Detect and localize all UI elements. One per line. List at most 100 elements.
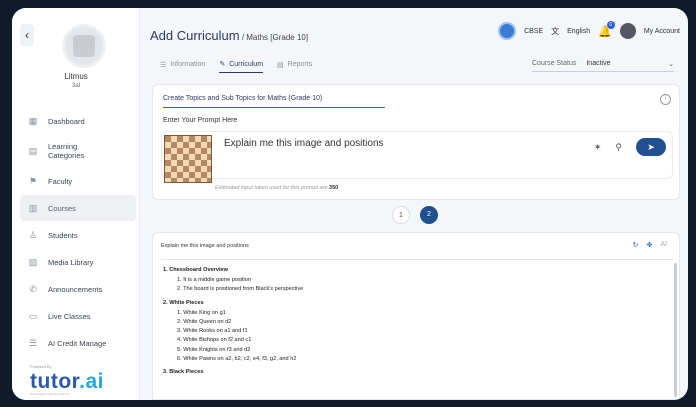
course-status-label: Course Status (532, 60, 577, 67)
sidebar-nav: ▦ Dashboard ▤ Learning Categories ⚑ Facu… (20, 108, 136, 357)
board-label[interactable]: CBSE (524, 28, 543, 35)
sidebar-item-label: Media Library (48, 257, 94, 267)
info-tab-icon: ☰ (160, 61, 167, 69)
user-subtitle: 3al (71, 83, 80, 89)
powered-by-label: Powered By (30, 364, 52, 369)
page-button-1[interactable]: 1 (392, 206, 410, 224)
app-window: ‹ Litmus 3al ▦ Dashboard ▤ Learning Cate… (12, 8, 688, 400)
chessboard-thumbnail[interactable] (164, 135, 212, 183)
scrollbar[interactable] (674, 263, 677, 397)
translate-icon: 文 (551, 26, 560, 36)
sidebar-item-label: Faculty (48, 176, 73, 186)
response-heading: Explain me this image and positions (161, 243, 249, 249)
sidebar-item-label: Live Classes (48, 311, 91, 321)
response-tools: ↻ ✥ AI (633, 241, 667, 249)
sidebar-item-announcements[interactable]: ✆ Announcements (20, 276, 136, 302)
sidebar-item-live-classes[interactable]: ▭ Live Classes (20, 303, 136, 329)
send-button[interactable]: ➤ (636, 138, 666, 156)
course-status-value: Inactive (586, 60, 611, 67)
tab-label: Reports (287, 61, 313, 68)
sidebar-item-label: Learning Categories (48, 142, 85, 160)
brand-logo: tutor.ai (30, 370, 104, 394)
prompt-input[interactable]: Explain me this image and positions (224, 138, 384, 149)
students-icon: ♙ (28, 230, 38, 240)
response-body: 1. Chessboard Overview 1. It is a middle… (163, 267, 663, 378)
info-icon[interactable]: i (660, 94, 671, 105)
sidebar: ‹ Litmus 3al ▦ Dashboard ▤ Learning Cate… (12, 8, 140, 400)
list-item: 2. The board is positioned from Black's … (177, 286, 304, 293)
tab-reports[interactable]: ▤ Reports (277, 60, 312, 73)
pagination: 1 2 (392, 206, 438, 224)
megaphone-icon: ✆ (29, 284, 37, 294)
page-button-2[interactable]: 2 (420, 206, 438, 224)
media-icon: ▧ (28, 257, 38, 267)
page-breadcrumb: / Maths [Grade 10] (239, 33, 309, 42)
logo-suffix: .ai (79, 370, 105, 393)
sidebar-item-students[interactable]: ♙ Students (20, 222, 136, 248)
sidebar-item-label: AI Credit Manage (48, 338, 107, 348)
sidebar-item-ai-credit[interactable]: ☰ AI Credit Manage (20, 330, 136, 356)
sidebar-item-dashboard[interactable]: ▦ Dashboard (20, 108, 136, 134)
sidebar-item-faculty[interactable]: ⚑ Faculty (20, 168, 136, 194)
account-avatar[interactable] (619, 23, 636, 39)
chevron-down-icon: ⌄ (668, 61, 674, 68)
logo-tagline: Personalized learning with AI (30, 392, 69, 396)
sidebar-item-learning-categories[interactable]: ▤ Learning Categories (20, 135, 136, 167)
sidebar-item-label: Announcements (48, 284, 103, 294)
magic-wand-icon[interactable]: ✶ (594, 142, 602, 153)
categories-icon: ▤ (28, 146, 38, 156)
list-item: 1. White King on g1 (177, 309, 226, 316)
account-menu[interactable]: My Account (644, 28, 680, 35)
faculty-icon: ⚑ (28, 176, 38, 186)
sidebar-item-label: Students (48, 230, 78, 240)
attach-icon[interactable]: ⚲ (615, 142, 622, 153)
page-title: Add Curriculum / Maths [Grade 10] (150, 28, 308, 43)
sidebar-item-label: Dashboard (48, 116, 85, 126)
language-selector[interactable]: English (567, 28, 590, 35)
tab-information[interactable]: ☰ Information (160, 60, 205, 73)
ai-badge[interactable]: AI (660, 241, 667, 249)
prompt-input-box[interactable]: Explain me this image and positions ✶ ⚲ … (161, 131, 673, 183)
board-logo-icon (498, 22, 517, 40)
reports-tab-icon: ▤ (277, 61, 284, 69)
list-item: 3. White Rooks on a1 and f1 (177, 328, 248, 335)
course-status-select[interactable]: Course Status Inactive ⌄ (532, 60, 674, 72)
logo-brand: tutor (30, 370, 80, 393)
avatar-image (73, 35, 95, 57)
sidebar-item-courses[interactable]: ▥ Courses (20, 195, 136, 221)
sidebar-item-media-library[interactable]: ▧ Media Library (20, 249, 136, 275)
card-title-underline (163, 107, 385, 108)
section-title: 2. White Pieces (163, 299, 204, 306)
notification-bell-icon[interactable]: 🔔 0 (598, 20, 615, 38)
refresh-icon[interactable]: ↻ (633, 241, 639, 249)
prompt-label: Enter Your Prompt Here (163, 117, 238, 124)
sidebar-item-label: Courses (48, 203, 76, 213)
move-icon[interactable]: ✥ (647, 241, 653, 249)
response-card: Explain me this image and positions ↻ ✥ … (152, 232, 680, 400)
prompt-actions: ✶ ⚲ ➤ (594, 138, 666, 156)
courses-icon: ▥ (28, 203, 38, 213)
section-title: 1. Chessboard Overview (163, 267, 228, 273)
list-item: 6. White Pawns on a2, b2, c2, e4, f3, g2… (177, 356, 297, 363)
page-title-text: Add Curriculum (150, 28, 240, 43)
list-item: 2. White Queen on d2 (177, 318, 232, 325)
tab-label: Curriculum (229, 60, 264, 68)
list-item: 4. White Bishops on f2 and c1 (177, 337, 252, 344)
collapse-sidebar-button[interactable]: ‹ (20, 24, 34, 46)
live-classes-icon: ▭ (28, 311, 38, 321)
credit-icon: ☰ (28, 338, 38, 348)
token-estimate: Estimated input token used for this prom… (215, 185, 338, 191)
tab-curriculum[interactable]: ✎ Curriculum (219, 60, 264, 73)
dashboard-icon: ▦ (28, 116, 38, 126)
user-name: Litmus (64, 72, 88, 81)
section-title: 3. Black Pieces (163, 369, 204, 376)
notification-badge: 0 (606, 20, 615, 29)
list-item: 5. White Knights on f3 and d2 (177, 346, 251, 353)
curriculum-tab-icon: ✎ (219, 61, 226, 68)
tab-label: Information (170, 61, 206, 68)
tab-bar: ☰ Information ✎ Curriculum ▤ Reports (160, 60, 312, 73)
card-title: Create Topics and Sub Topics for Maths (… (163, 95, 323, 102)
avatar (62, 24, 106, 68)
token-note-text: Estimated input token used for this prom… (215, 185, 330, 191)
prompt-card: Create Topics and Sub Topics for Maths (… (152, 84, 680, 200)
